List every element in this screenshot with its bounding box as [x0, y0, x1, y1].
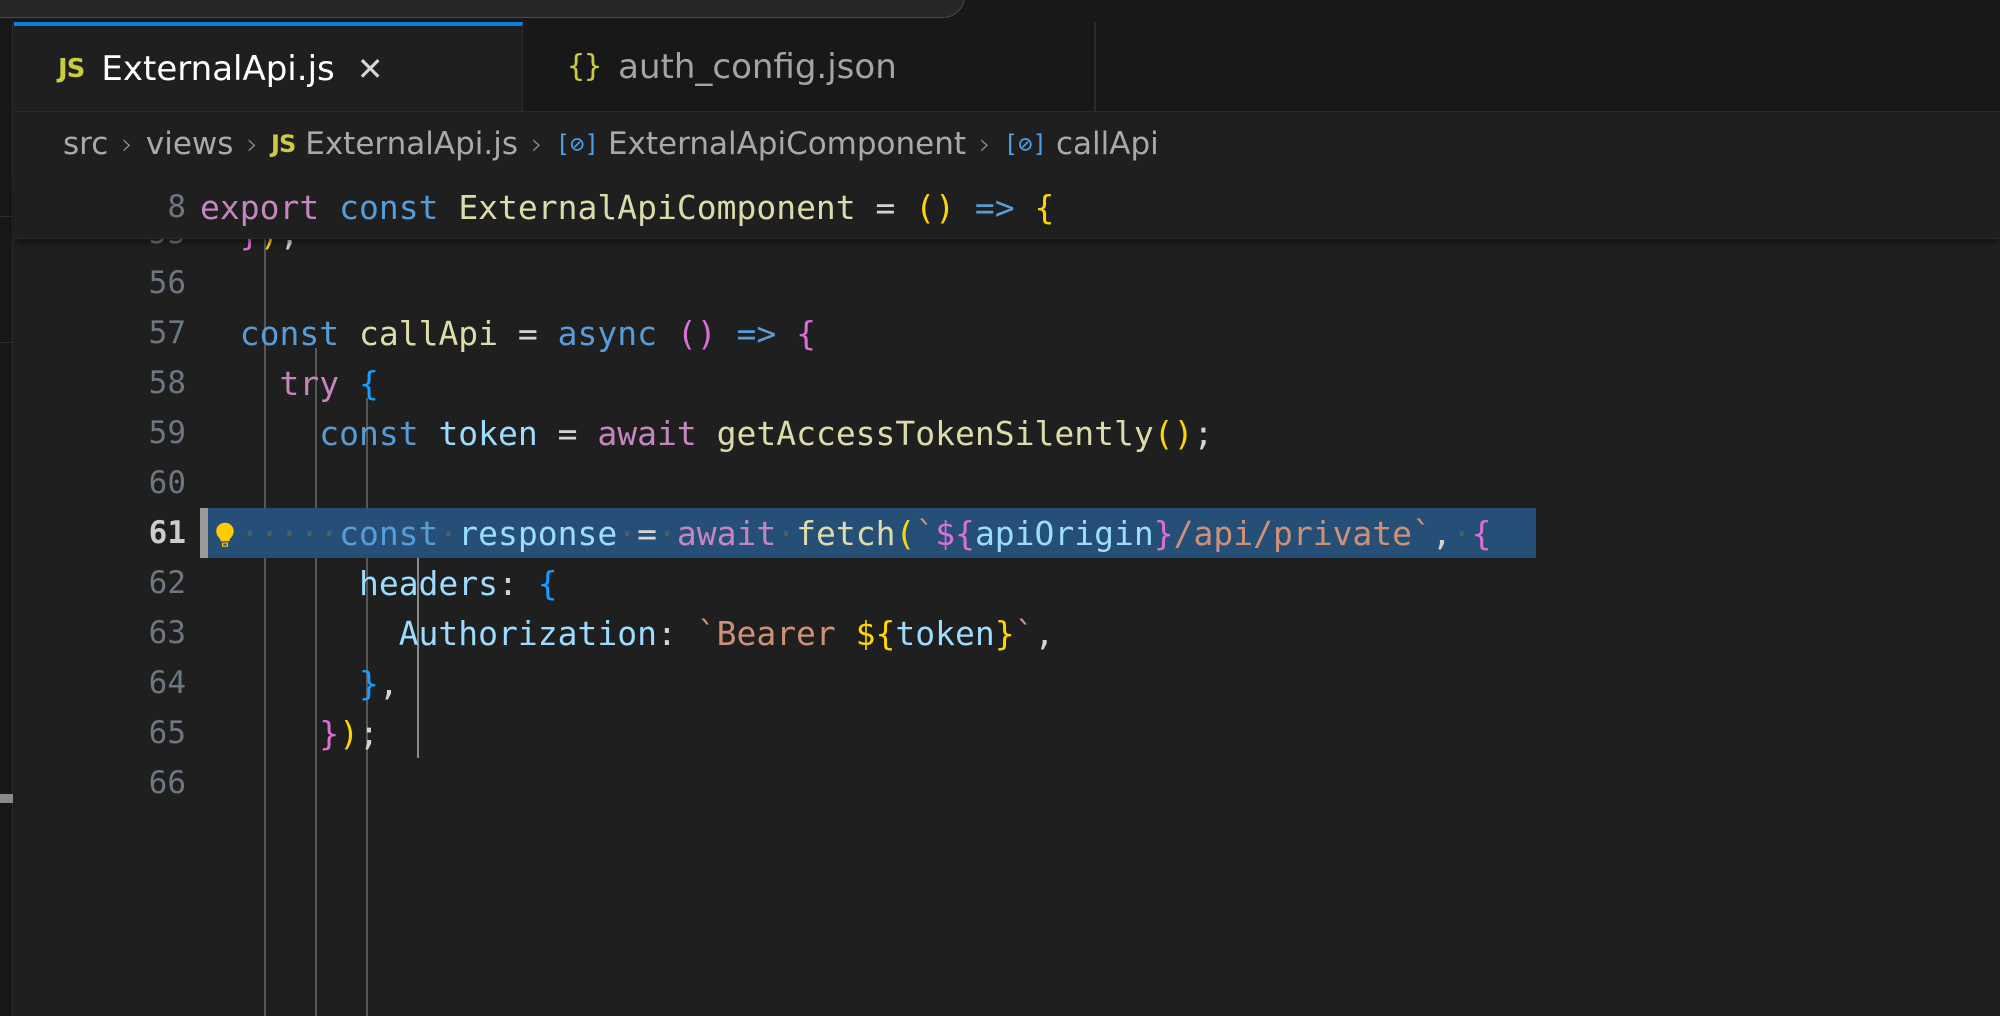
- code-text: ······const·response·=·await·fetch(`${ap…: [200, 513, 1492, 553]
- breadcrumb-item-externalapicomponent[interactable]: [⊘] ExternalApiComponent: [555, 125, 967, 162]
- js-file-icon: JS: [58, 53, 85, 84]
- code-text: });: [200, 238, 2000, 250]
- code-text: Authorization: `Bearer ${token}`,: [398, 613, 1055, 653]
- code-text: try {: [279, 363, 379, 403]
- line-number: 63: [148, 614, 186, 651]
- breadcrumb-item-externalapi-js[interactable]: JS ExternalApi.js: [271, 125, 518, 162]
- line-number: 64: [148, 664, 186, 701]
- code-line[interactable]: 59 const token = await getAccessTokenSil…: [14, 408, 2000, 458]
- current-line-marker: [200, 508, 208, 558]
- line-number: 65: [148, 714, 186, 751]
- line-number-current: 61: [148, 514, 186, 551]
- code-text: headers: {: [358, 563, 558, 603]
- line-number: 57: [148, 314, 186, 351]
- symbol-variable-icon: [⊘]: [1003, 130, 1048, 158]
- breadcrumb-item-callapi[interactable]: [⊘] callApi: [1003, 125, 1159, 162]
- sidebar-divider: [0, 342, 13, 343]
- sticky-scroll-shadow: [14, 238, 2000, 239]
- breadcrumb-item-views[interactable]: views: [145, 125, 234, 162]
- sticky-scroll-code: export const ExternalApiComponent = () =…: [200, 187, 1055, 227]
- title-bar-notch: [0, 0, 965, 18]
- code-line[interactable]: 56: [14, 258, 2000, 308]
- line-number: 62: [148, 564, 186, 601]
- lightbulb-icon[interactable]: [210, 519, 240, 551]
- code-line[interactable]: 65 });: [14, 708, 2000, 758]
- line-number: 66: [148, 764, 186, 801]
- line-number: 60: [148, 464, 186, 501]
- chevron-right-icon: ›: [979, 127, 991, 161]
- js-file-icon: JS: [271, 130, 296, 158]
- symbol-variable-icon: [⊘]: [555, 130, 599, 158]
- breadcrumb-label: callApi: [1056, 125, 1159, 162]
- breadcrumb-label: ExternalApi.js: [305, 125, 518, 162]
- code-text: const callApi = async () => {: [239, 313, 816, 353]
- tab-bar-divider: [1095, 22, 1096, 111]
- tab-label: auth_config.json: [618, 46, 897, 87]
- editor-tab-bar: JS ExternalApi.js ✕ {} auth_config.json: [14, 22, 2000, 112]
- line-number: 8: [167, 188, 186, 225]
- sidebar-divider: [0, 216, 13, 217]
- line-number: 59: [148, 414, 186, 451]
- tab-label: ExternalApi.js: [101, 48, 335, 89]
- sidebar-edge[interactable]: [0, 22, 13, 1016]
- breadcrumb-label: src: [63, 125, 109, 162]
- code-line[interactable]: 66: [14, 758, 2000, 808]
- chevron-right-icon: ›: [246, 127, 259, 161]
- code-line[interactable]: 58 try {: [14, 358, 2000, 408]
- vscode-window: JS ExternalApi.js ✕ {} auth_config.json …: [0, 0, 2000, 1016]
- code-line[interactable]: 55 });: [14, 238, 2000, 258]
- line-number: 56: [148, 264, 186, 301]
- breadcrumb-label: ExternalApiComponent: [607, 125, 967, 162]
- code-line[interactable]: 62 headers: {: [14, 558, 2000, 608]
- sticky-scroll-line[interactable]: 8 export const ExternalApiComponent = ()…: [14, 176, 2000, 238]
- code-line[interactable]: 60: [14, 458, 2000, 508]
- chevron-right-icon: ›: [530, 127, 543, 161]
- code-line-selected[interactable]: 61 ······const·response·=·await·fetch(`$…: [14, 508, 2000, 558]
- code-editor[interactable]: 55 }); 56 57 const callApi = async () =>…: [14, 238, 2000, 1016]
- tab-external-api-js[interactable]: JS ExternalApi.js ✕: [14, 22, 523, 111]
- code-line[interactable]: 63 Authorization: `Bearer ${token}`,: [14, 608, 2000, 658]
- line-number: 58: [148, 364, 186, 401]
- code-text: });: [319, 713, 379, 753]
- code-line[interactable]: 57 const callApi = async () => {: [14, 308, 2000, 358]
- breadcrumb-label: views: [145, 125, 234, 162]
- title-bar: [0, 0, 2000, 22]
- json-file-icon: {}: [567, 48, 602, 84]
- breadcrumb: src › views › JS ExternalApi.js › [⊘] Ex…: [14, 112, 2000, 176]
- tab-auth-config-json[interactable]: {} auth_config.json: [523, 22, 1095, 111]
- chevron-right-icon: ›: [121, 127, 133, 161]
- close-icon[interactable]: ✕: [357, 53, 384, 85]
- sidebar-scroll-marker[interactable]: [0, 794, 13, 803]
- line-number: 55: [14, 238, 200, 249]
- code-line[interactable]: 64 },: [14, 658, 2000, 708]
- code-text: },: [358, 663, 399, 703]
- code-text: const token = await getAccessTokenSilent…: [319, 413, 1214, 453]
- breadcrumb-item-src[interactable]: src: [63, 125, 109, 162]
